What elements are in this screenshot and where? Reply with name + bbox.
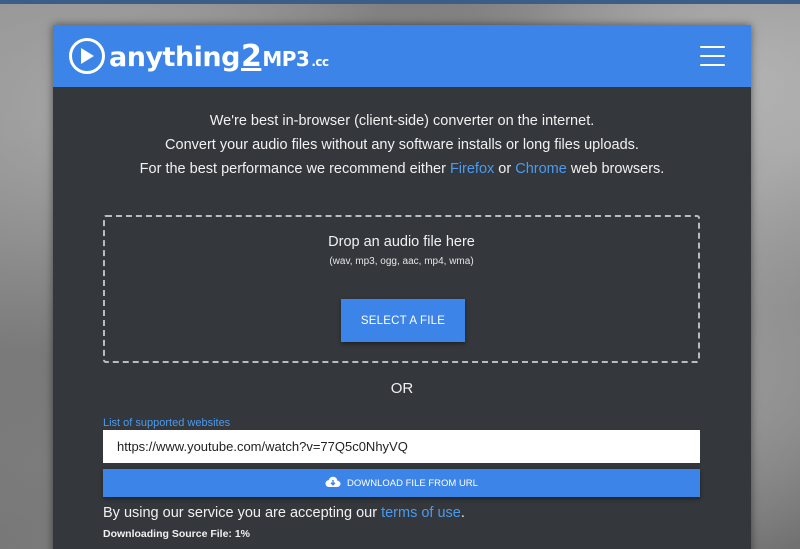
play-icon	[69, 38, 105, 74]
logo-prefix: anything	[109, 41, 240, 73]
intro-line-3: For the best performance we recommend ei…	[53, 157, 751, 181]
firefox-link[interactable]: Firefox	[450, 161, 494, 177]
download-from-url-button[interactable]: DOWNLOAD FILE FROM URL	[103, 469, 700, 497]
hamburger-menu-icon[interactable]	[700, 46, 725, 66]
download-status: Downloading Source File: 1%	[103, 528, 251, 540]
url-input[interactable]	[103, 430, 700, 463]
dropzone-title: Drop an audio file here	[328, 234, 475, 250]
intro-text: We're best in-browser (client-side) conv…	[53, 109, 751, 181]
logo[interactable]: anything 2 MP3 .cc	[69, 38, 329, 74]
or-separator: OR	[390, 380, 414, 397]
file-dropzone[interactable]: Drop an audio file here (wav, mp3, ogg, …	[103, 215, 700, 363]
logo-two: 2	[240, 38, 262, 74]
chrome-link[interactable]: Chrome	[515, 161, 567, 177]
intro-line-1: We're best in-browser (client-side) conv…	[209, 113, 595, 129]
top-strip	[0, 0, 800, 4]
header-bar: anything 2 MP3 .cc	[53, 25, 751, 87]
intro-line-3-suffix: web browsers.	[566, 161, 665, 177]
logo-cc: .cc	[311, 54, 329, 69]
terms-of-use-link[interactable]: terms of use	[381, 505, 461, 521]
intro-line-2: Convert your audio files without any sof…	[165, 137, 639, 153]
intro-line-3-mid: or	[494, 161, 516, 177]
intro-line-3-prefix: For the best performance we recommend ei…	[139, 161, 450, 177]
dropzone-formats: (wav, mp3, ogg, aac, mp4, wma)	[329, 256, 474, 267]
terms-notice: By using our service you are accepting o…	[103, 505, 465, 521]
terms-suffix: .	[460, 505, 465, 521]
download-button-label: DOWNLOAD FILE FROM URL	[347, 477, 478, 489]
logo-mp3: MP3	[262, 46, 310, 71]
terms-prefix: By using our service you are accepting o…	[103, 505, 382, 521]
logo-text: anything 2 MP3 .cc	[109, 39, 329, 74]
cloud-download-icon	[325, 476, 341, 491]
main-card: anything 2 MP3 .cc We're best in-browser…	[53, 25, 751, 549]
supported-websites-link[interactable]: List of supported websites	[103, 417, 230, 429]
select-file-button[interactable]: SELECT A FILE	[341, 299, 465, 342]
